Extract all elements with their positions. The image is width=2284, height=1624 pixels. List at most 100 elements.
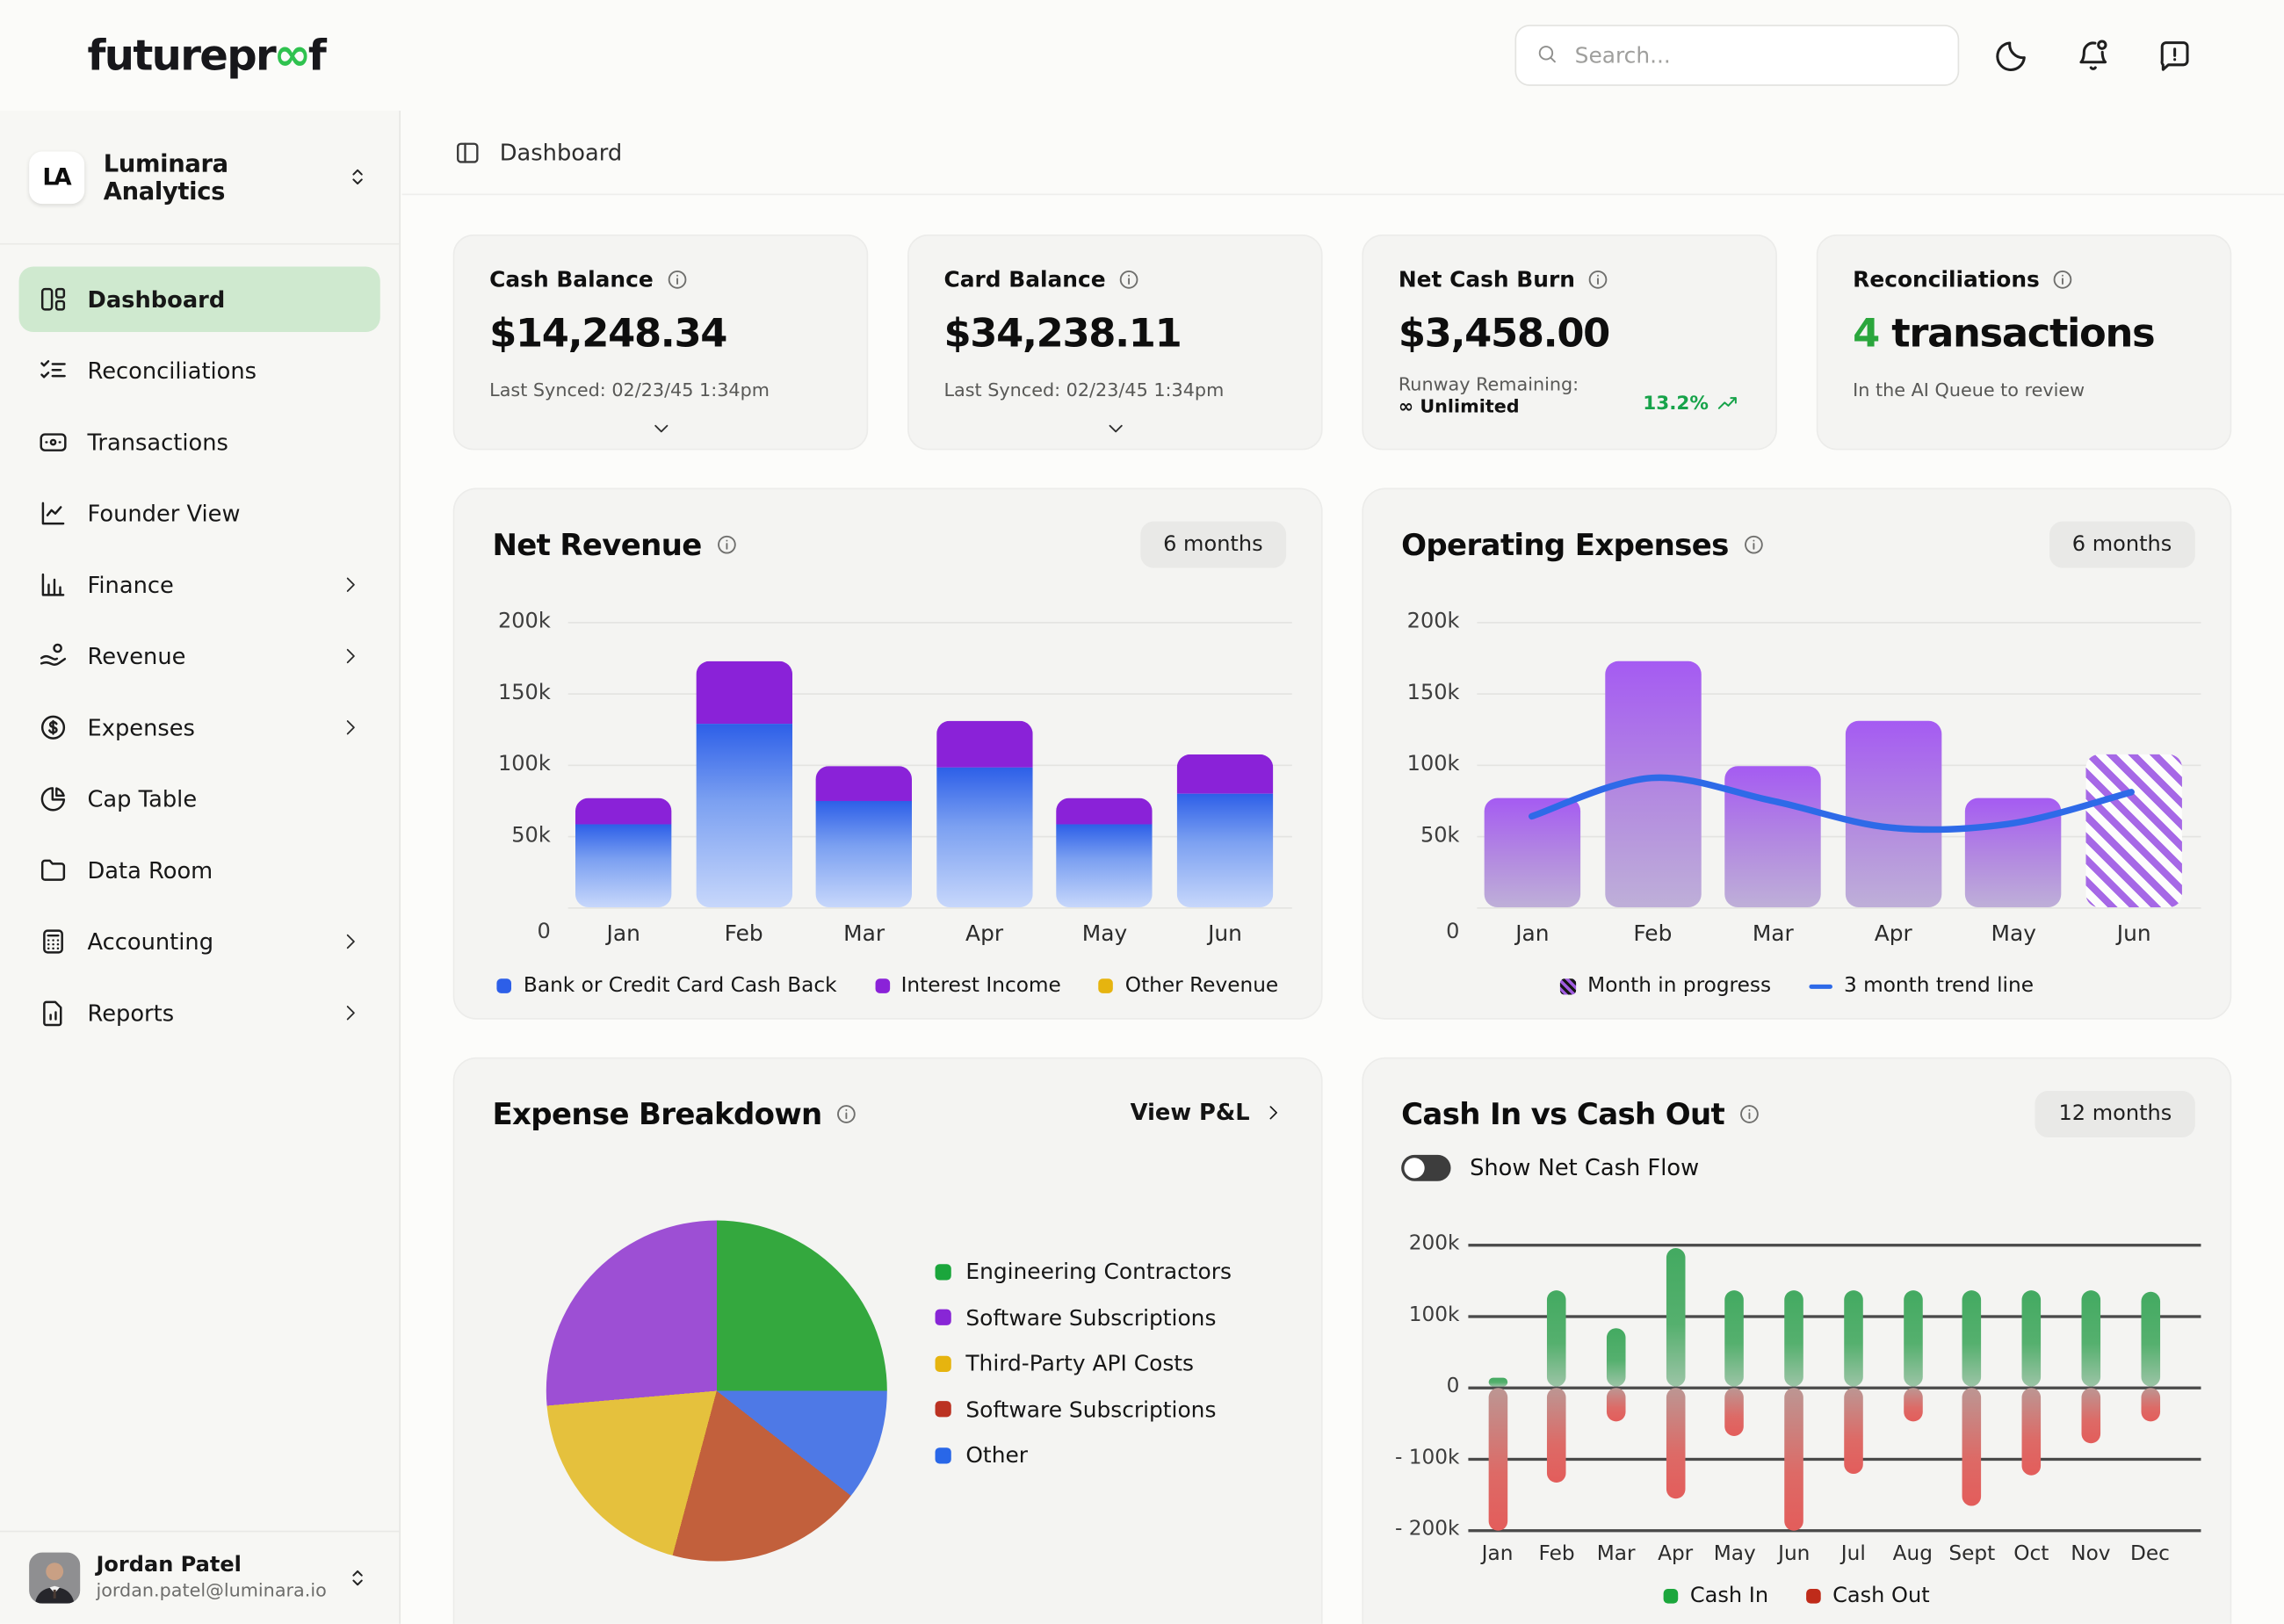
sidebar-item-finance[interactable]: Finance: [19, 552, 380, 617]
x-axis-label: Dec: [2116, 1542, 2183, 1566]
interest-income-segment: [936, 720, 1032, 768]
pie-legend: Engineering ContractorsSoftware Subscrip…: [936, 1259, 1232, 1469]
legend-item: Other: [936, 1442, 1232, 1469]
info-icon[interactable]: [2051, 268, 2075, 292]
sidebar-item-revenue[interactable]: Revenue: [19, 624, 380, 689]
y-axis-label: - 200k: [1378, 1518, 1460, 1541]
legend-label: Interest Income: [901, 974, 1061, 998]
reconciliations-icon: [38, 356, 69, 386]
toggle-label: Show Net Cash Flow: [1470, 1155, 1699, 1181]
logo-text: futurepr: [87, 31, 275, 80]
bar-jun: [1177, 754, 1273, 907]
sidebar-item-transactions[interactable]: Transactions: [19, 409, 380, 475]
charts-row-2: Expense Breakdown View P&L Engineering C…: [453, 1057, 2284, 1624]
kpi-card-net-cash-burn: Net Cash Burn $3,458.00 Runway Remaining…: [1362, 235, 1777, 450]
y-axis-label: 200k: [469, 610, 551, 634]
main-area: Dashboard Cash Balance $14,248.34 Last S…: [402, 111, 2284, 1624]
sidebar-item-dashboard[interactable]: Dashboard: [19, 266, 380, 332]
kpi-row: Cash Balance $14,248.34 Last Synced: 02/…: [453, 235, 2284, 450]
cash-back-segment: [816, 802, 912, 907]
x-axis-label: Sept: [1939, 1542, 2006, 1566]
gridline: [1468, 1529, 2201, 1532]
cash-back-segment: [575, 825, 671, 907]
workspace-switcher[interactable]: LA Luminara Analytics: [0, 111, 399, 245]
cash-out-bar-may: [1725, 1388, 1745, 1435]
cash-in-bar-dec: [2141, 1292, 2160, 1387]
range-selector[interactable]: 6 months: [2049, 522, 2195, 568]
delta-badge: 13.2%: [1643, 392, 1740, 416]
sidebar-item-cap-table[interactable]: Cap Table: [19, 766, 380, 832]
info-icon[interactable]: [1587, 268, 1610, 292]
cash-out-bar-aug: [1904, 1388, 1923, 1421]
search-bar[interactable]: [1514, 25, 1959, 86]
info-icon[interactable]: [665, 268, 689, 292]
charts-row-1: Net Revenue 6 months 200k150k100k50k0Jan…: [453, 487, 2284, 1019]
sidebar-item-label: Transactions: [87, 429, 361, 455]
kpi-title: Reconciliations: [1853, 266, 2040, 292]
range-selector[interactable]: 12 months: [2035, 1091, 2195, 1137]
legend-label: Bank or Credit Card Cash Back: [524, 974, 837, 998]
x-axis-label: Feb: [1606, 920, 1699, 947]
legend-item: Software Subscriptions: [936, 1396, 1232, 1422]
gridline: [1477, 622, 2201, 624]
cash-out-bar-oct: [2022, 1388, 2042, 1475]
net-cash-flow-toggle[interactable]: [1401, 1155, 1450, 1181]
range-selector[interactable]: 6 months: [1140, 522, 1287, 568]
x-axis-label: Mar: [1726, 920, 1819, 947]
legend-item: Third-Party API Costs: [936, 1350, 1232, 1376]
net-revenue-card: Net Revenue 6 months 200k150k100k50k0Jan…: [453, 487, 1323, 1019]
bar-apr: [1846, 720, 1941, 907]
reports-icon: [38, 998, 69, 1029]
sidebar-item-accounting[interactable]: Accounting: [19, 909, 380, 975]
dashboard-icon: [38, 284, 69, 314]
legend-item: Month in progress: [1560, 974, 1771, 998]
info-icon[interactable]: [835, 1102, 859, 1126]
x-axis-label: Jan: [1485, 920, 1579, 947]
kpi-footer: In the AI Queue to review: [1853, 379, 2195, 401]
sidebar-item-label: Cap Table: [87, 786, 361, 812]
view-pnl-link[interactable]: View P&L: [1131, 1100, 1283, 1126]
y-axis-label: 0: [1378, 1375, 1460, 1398]
sidebar-item-expenses[interactable]: Expenses: [19, 695, 380, 761]
legend-swatch: [1806, 1589, 1821, 1604]
chevron-right-icon: [339, 1002, 361, 1024]
sidebar-item-reports[interactable]: Reports: [19, 980, 380, 1046]
sidebar-item-label: Reports: [87, 1000, 320, 1026]
cash-out-bar-nov: [2081, 1388, 2100, 1443]
info-icon[interactable]: [715, 533, 739, 557]
cash-back-segment: [696, 723, 791, 907]
x-axis-origin-label: 0: [469, 920, 551, 944]
info-icon[interactable]: [1738, 1102, 1761, 1126]
legend-swatch: [497, 978, 512, 993]
kpi-value: $3,458.00: [1399, 312, 1741, 357]
info-icon[interactable]: [1117, 268, 1141, 292]
cash-back-segment: [1177, 793, 1273, 907]
cash-in-bar-oct: [2022, 1290, 2042, 1387]
cash-in-out-card: Cash In vs Cash Out 12 months Show Net C…: [1362, 1057, 2231, 1624]
info-icon[interactable]: [1742, 533, 1766, 557]
x-axis-label: Oct: [1998, 1542, 2064, 1566]
x-axis-label: Apr: [938, 920, 1031, 947]
legend-item: Other Revenue: [1099, 974, 1278, 998]
x-axis-label: Jun: [2087, 920, 2180, 947]
feedback-chat-icon[interactable]: [2156, 36, 2194, 74]
sidebar-item-label: Finance: [87, 572, 320, 598]
chevron-down-icon[interactable]: [1103, 416, 1127, 440]
sidebar-item-founder-view[interactable]: Founder View: [19, 480, 380, 546]
profile-menu[interactable]: Jordan Patel jordan.patel@luminara.io: [0, 1531, 399, 1624]
sidebar-item-label: Accounting: [87, 928, 320, 955]
legend-swatch: [936, 1355, 951, 1371]
search-input[interactable]: [1572, 40, 1939, 69]
dark-mode-moon-icon[interactable]: [1992, 36, 2030, 74]
sidebar-item-data-room[interactable]: Data Room: [19, 837, 380, 903]
notifications-bell-icon[interactable]: [2074, 36, 2112, 74]
bar-mar: [816, 766, 912, 907]
gridline: [1468, 1244, 2201, 1246]
x-axis-label: Feb: [697, 920, 791, 947]
chevron-down-icon[interactable]: [649, 416, 673, 440]
cash-in-bar-feb: [1547, 1290, 1566, 1387]
sidebar-item-reconciliations[interactable]: Reconciliations: [19, 338, 380, 404]
sidebar-toggle-icon[interactable]: [453, 138, 482, 167]
y-axis-label: 50k: [469, 825, 551, 848]
chevron-right-icon: [1263, 1102, 1283, 1122]
